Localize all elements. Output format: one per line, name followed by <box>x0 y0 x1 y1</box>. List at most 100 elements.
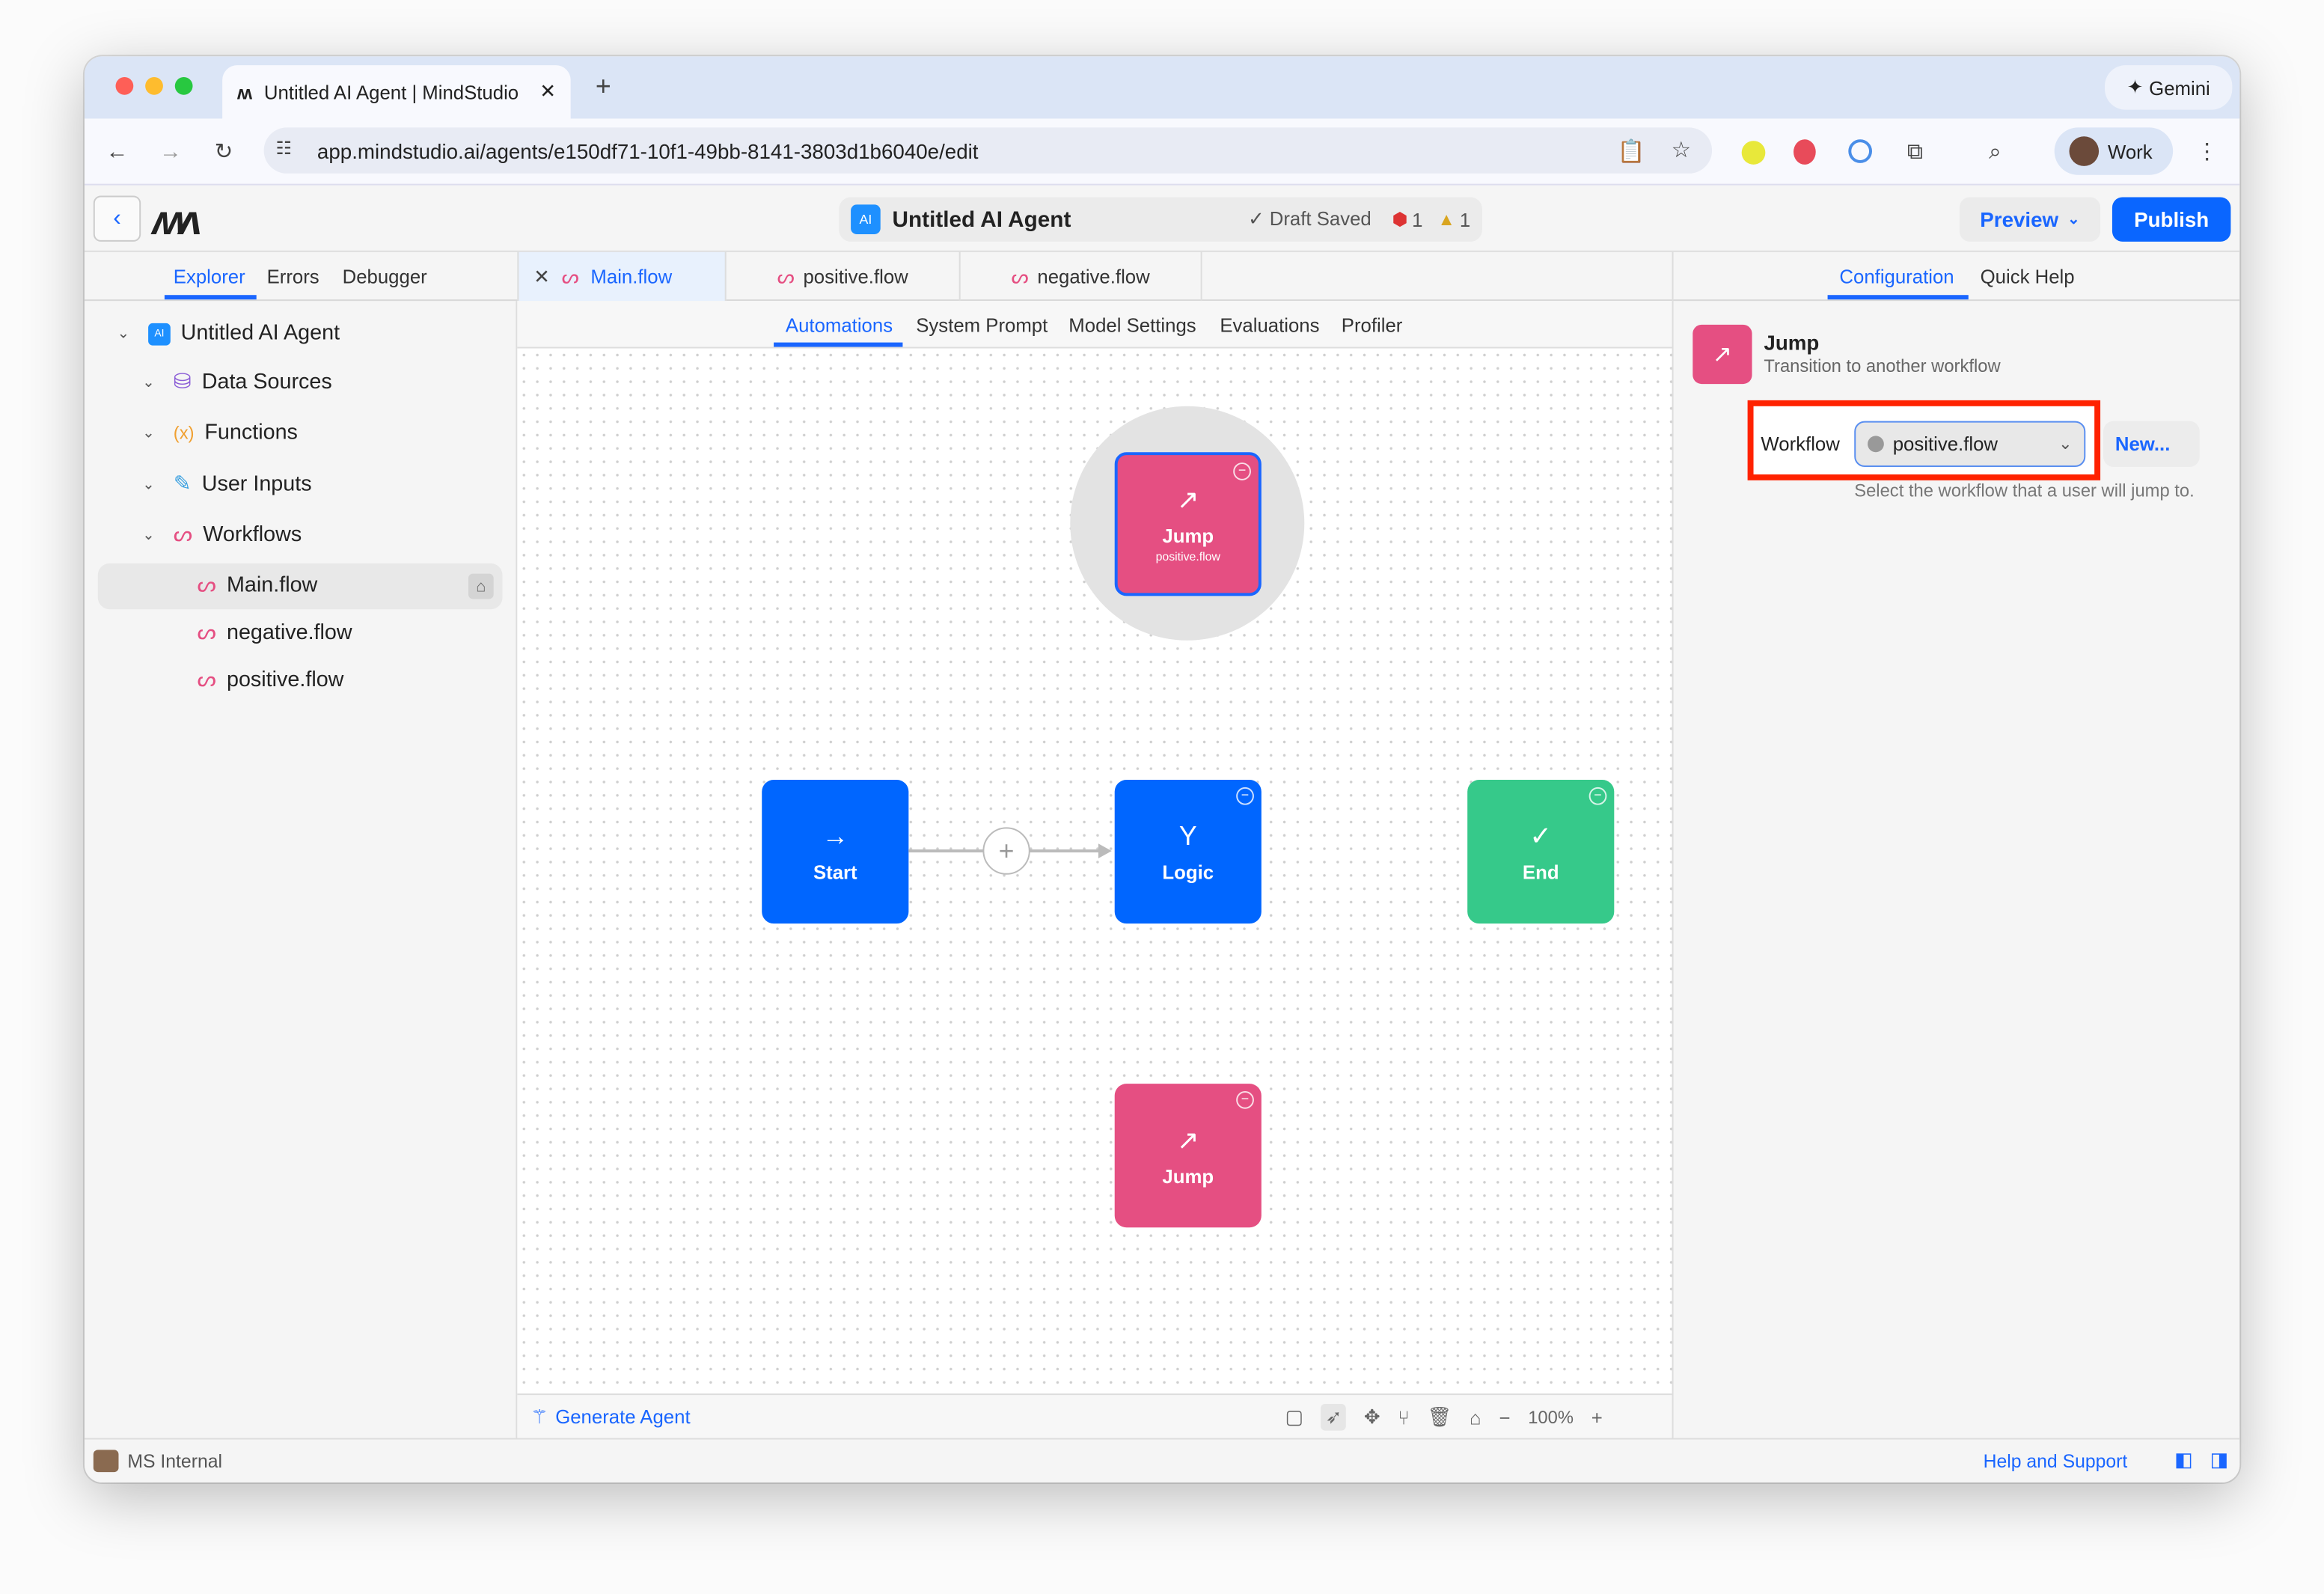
warning-icon[interactable]: ▲ <box>1437 209 1455 230</box>
toggle-left-panel-icon[interactable]: ◧ <box>2174 1448 2192 1472</box>
remove-node-icon[interactable]: − <box>1233 462 1251 480</box>
arrow-up-right-icon: ↗ <box>1177 1125 1199 1156</box>
tab-errors[interactable]: Errors <box>267 252 319 301</box>
publish-button[interactable]: Publish <box>2112 197 2230 241</box>
workflow-select[interactable]: positive.flow ⌄ <box>1854 421 2085 467</box>
tree-item-positive-flow[interactable]: ᔕ positive.flow <box>197 660 343 701</box>
remove-node-icon[interactable]: − <box>1236 1091 1254 1109</box>
file-tab-main[interactable]: ✕ᔕMain.flow <box>517 252 726 301</box>
tab-system-prompt[interactable]: System Prompt <box>916 301 1048 348</box>
profile-button[interactable]: Work <box>2055 127 2173 174</box>
tab-explorer[interactable]: Explorer <box>174 252 245 301</box>
back-icon[interactable]: ← <box>103 136 132 166</box>
agent-title-bar: AI Untitled AI Agent ✓ Draft Saved ⬢1 ▲1 <box>839 197 1482 241</box>
home-icon[interactable]: ⌂ <box>468 574 494 599</box>
select-pointer-icon[interactable]: ➶ <box>1321 1404 1346 1431</box>
tab-search-icon[interactable]: ⌕ <box>1981 136 2010 166</box>
browser-tab[interactable]: ʍ Untitled AI Agent | MindStudio ✕ <box>222 65 571 118</box>
remove-node-icon[interactable]: − <box>1589 787 1607 805</box>
tree-root[interactable]: ⌄AIUntitled AI Agent <box>117 313 340 354</box>
tree-item-functions[interactable]: ⌄(x)Functions <box>142 412 298 454</box>
trash-icon[interactable]: 🗑 <box>1428 1405 1452 1429</box>
end-node[interactable]: − ✓ End <box>1467 780 1614 923</box>
extension-icon[interactable] <box>1794 139 1816 165</box>
gemini-star-icon: ✦ <box>2127 76 2144 100</box>
node-label: Jump <box>1162 525 1214 547</box>
password-extension-icon[interactable] <box>1848 139 1872 163</box>
extensions-puzzle-icon[interactable]: ⧉ <box>1902 136 1929 166</box>
tree-item-negative-flow[interactable]: ᔕnegative.flow <box>197 612 352 653</box>
draft-status: ✓ Draft Saved <box>1248 207 1372 231</box>
clipboard-icon[interactable]: 📋 <box>1618 138 1645 165</box>
profile-label: Work <box>2108 140 2153 162</box>
home-icon[interactable]: ⌂ <box>1470 1406 1481 1429</box>
tree-item-workflows[interactable]: ⌄ᔕWorkflows <box>142 514 302 555</box>
close-window-button[interactable] <box>116 77 134 95</box>
zoom-level: 100% <box>1528 1407 1574 1428</box>
browser-menu-icon[interactable]: ⋮ <box>2195 136 2219 166</box>
workflow-icon: ᔕ <box>777 265 795 289</box>
bookmark-star-icon[interactable]: ☆ <box>1672 136 1692 163</box>
edit-icon: ✎ <box>174 473 192 497</box>
branch-icon: Y <box>1179 820 1197 852</box>
add-block-button[interactable]: + <box>982 827 1030 874</box>
tab-model-settings[interactable]: Model Settings <box>1068 301 1196 348</box>
tree-item-main-flow[interactable]: ᔕMain.flow ⌂ <box>98 564 503 609</box>
file-tab-positive[interactable]: ᔕpositive.flow <box>727 252 961 301</box>
new-workflow-button[interactable]: New... <box>2103 421 2200 467</box>
minimize-window-button[interactable] <box>145 77 163 95</box>
workspace-indicator[interactable]: MS Internal <box>94 1450 222 1472</box>
remove-node-icon[interactable]: − <box>1236 787 1254 805</box>
new-tab-button[interactable]: + <box>588 71 618 101</box>
tab-evaluations[interactable]: Evaluations <box>1220 301 1319 348</box>
tree-item-data-sources[interactable]: ⌄⛁Data Sources <box>142 361 332 403</box>
preview-button[interactable]: Preview⌄ <box>1960 197 2100 241</box>
workflow-icon: ᔕ <box>1012 265 1029 289</box>
reload-icon[interactable]: ↻ <box>209 136 239 166</box>
database-icon: ⛁ <box>174 370 192 394</box>
jump-node-selected[interactable]: − ↗ Jump positive.flow <box>1115 452 1262 596</box>
tab-quick-help[interactable]: Quick Help <box>1981 252 2075 301</box>
toggle-right-panel-icon[interactable]: ◨ <box>2210 1448 2228 1472</box>
tab-profiler[interactable]: Profiler <box>1342 301 1403 348</box>
auto-layout-icon[interactable]: ⑂ <box>1398 1406 1409 1429</box>
sticky-note-icon[interactable]: ▢ <box>1285 1405 1303 1429</box>
jump-node[interactable]: − ↗ Jump <box>1115 1084 1262 1227</box>
chevron-down-icon: ⌄ <box>142 374 163 391</box>
tree-label: positive.flow <box>227 668 343 692</box>
generate-agent-button[interactable]: ⚚Generate Agent <box>530 1405 690 1429</box>
back-button[interactable]: ‹ <box>94 195 141 241</box>
tree-item-user-inputs[interactable]: ⌄✎User Inputs <box>142 464 311 505</box>
tab-automations[interactable]: Automations <box>786 301 893 348</box>
tab-debugger[interactable]: Debugger <box>343 252 427 301</box>
node-label: Logic <box>1162 861 1214 883</box>
workspace-name: MS Internal <box>127 1450 222 1471</box>
error-icon[interactable]: ⬢ <box>1392 209 1407 230</box>
extension-icon[interactable] <box>1742 141 1766 165</box>
site-settings-icon[interactable]: ☷ <box>275 138 291 159</box>
zoom-in-button[interactable]: + <box>1591 1406 1603 1429</box>
maximize-window-button[interactable] <box>175 77 193 95</box>
chevron-down-icon: ⌄ <box>2058 434 2072 454</box>
file-tab-negative[interactable]: ᔕ negative.flow <box>961 252 1202 301</box>
address-bar[interactable]: ☷ app.mindstudio.ai/agents/e150df71-10f1… <box>264 127 1712 173</box>
mindstudio-logo[interactable]: ʍʌ <box>153 197 196 244</box>
workflow-icon: ᔕ <box>197 668 216 692</box>
pan-move-icon[interactable]: ✥ <box>1364 1405 1380 1429</box>
workflow-canvas[interactable]: − ↗ Jump positive.flow → Start + − Y Log… <box>517 349 1672 1394</box>
forward-icon[interactable]: → <box>156 136 186 166</box>
zoom-out-button[interactable]: − <box>1499 1406 1510 1429</box>
close-tab-icon[interactable]: ✕ <box>533 265 550 289</box>
logic-node[interactable]: − Y Logic <box>1115 780 1262 923</box>
agent-title[interactable]: Untitled AI Agent <box>893 207 1248 232</box>
help-and-support-link[interactable]: Help and Support <box>1984 1451 2128 1472</box>
gemini-button[interactable]: ✦Gemini <box>2105 65 2232 109</box>
file-tab-label: negative.flow <box>1037 266 1149 288</box>
editor-sub-tabs: Automations System Prompt Model Settings… <box>517 301 1672 348</box>
node-label: Jump <box>1162 1164 1214 1187</box>
tab-configuration[interactable]: Configuration <box>1839 252 1954 301</box>
connector-arrowhead <box>1098 843 1112 858</box>
start-node[interactable]: → Start <box>762 780 908 923</box>
close-tab-icon[interactable]: ✕ <box>539 80 556 104</box>
generate-agent-label: Generate Agent <box>555 1405 690 1429</box>
